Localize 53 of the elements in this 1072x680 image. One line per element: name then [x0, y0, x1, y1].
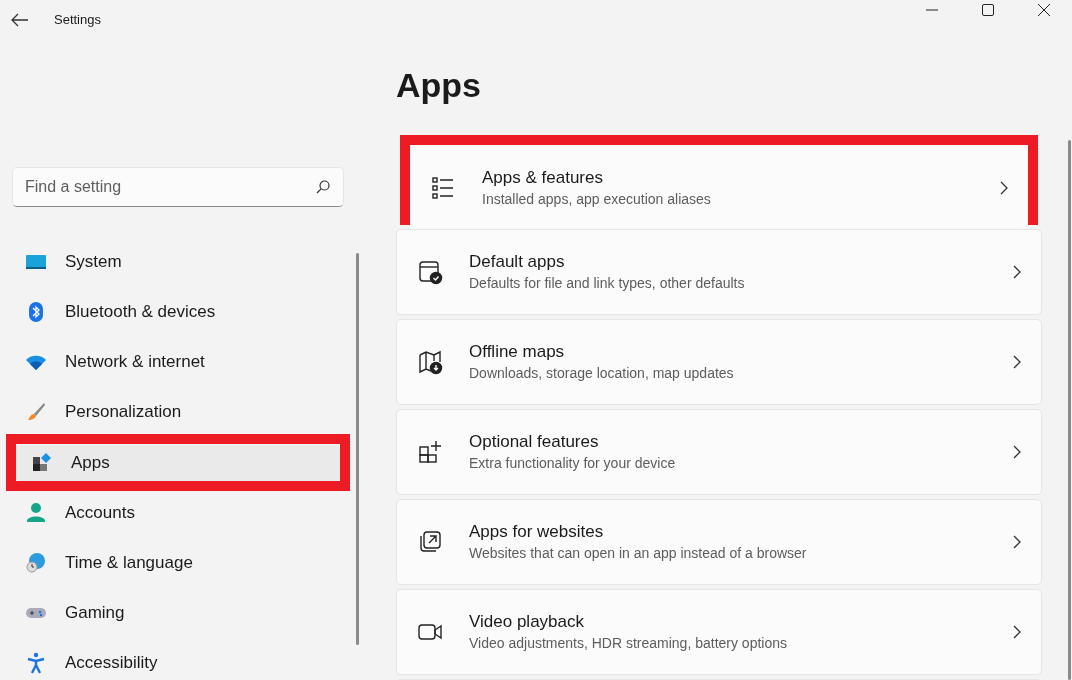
map-download-icon: [417, 349, 443, 375]
sidebar-item[interactable]: Time & language: [0, 545, 356, 581]
sidebar-item[interactable]: Personalization: [0, 394, 356, 430]
card-title: Apps for websites: [469, 521, 605, 543]
card-title: Video playback: [469, 611, 585, 633]
settings-card[interactable]: Optional features Extra functionality for your device: [396, 409, 1042, 495]
sidebar-item[interactable]: Network & internet: [0, 344, 356, 380]
sidebar-item[interactable]: Gaming: [0, 595, 356, 631]
card-subtitle: Downloads, storage location, map updates: [469, 364, 735, 383]
search-icon: [316, 180, 330, 194]
chevron-right-icon: [1013, 625, 1021, 639]
window-title: Settings: [54, 11, 101, 30]
card-subtitle: Installed apps, app execution aliases: [482, 190, 712, 209]
settings-card[interactable]: Default apps Defaults for file and link types, other defaults: [396, 229, 1042, 315]
grid-plus-icon: [417, 439, 443, 465]
accessibility-icon: [25, 652, 47, 674]
card-subtitle: Websites that can open in an app instead of a browser: [469, 544, 808, 563]
card-title: Offline maps: [469, 341, 566, 363]
window-check-icon: [417, 259, 443, 285]
card-title: Default apps: [469, 251, 566, 273]
card-subtitle: Extra functionality for your device: [469, 454, 677, 473]
paintbrush-icon: [25, 401, 47, 423]
person-icon: [25, 502, 47, 524]
sidebar-item[interactable]: System: [0, 244, 356, 280]
minimize-icon: [926, 9, 938, 11]
list-icon: [430, 175, 456, 201]
sidebar-item[interactable]: Bluetooth & devices: [0, 294, 356, 330]
sidebar-item[interactable]: Apps: [16, 444, 340, 481]
close-icon: [1038, 4, 1050, 16]
globe-clock-icon: [25, 552, 47, 574]
back-arrow-icon: [11, 13, 29, 27]
card-title: Apps & features: [482, 167, 604, 189]
settings-card[interactable]: Offline maps Downloads, storage location, map updates: [396, 319, 1042, 405]
sidebar-item[interactable]: Accessibility: [0, 645, 356, 680]
card-title: Optional features: [469, 431, 600, 453]
scrollbar[interactable]: [356, 253, 359, 645]
settings-card[interactable]: Apps & features Installed apps, app execution aliases: [410, 145, 1028, 231]
settings-card[interactable]: Video playback Video adjustments, HDR streaming, battery options: [396, 589, 1042, 675]
card-subtitle: Video adjustments, HDR streaming, battery options: [469, 634, 788, 653]
scrollbar[interactable]: [1068, 140, 1071, 680]
maximize-icon: [982, 4, 994, 16]
chevron-right-icon: [1000, 181, 1008, 195]
settings-card[interactable]: Apps for websites Websites that can open in an app instead of a browser: [396, 499, 1042, 585]
chevron-right-icon: [1013, 445, 1021, 459]
sidebar-item[interactable]: Accounts: [0, 495, 356, 531]
chevron-right-icon: [1013, 265, 1021, 279]
search-field[interactable]: Find a setting: [12, 167, 344, 207]
chevron-right-icon: [1013, 535, 1021, 549]
apps-icon: [31, 451, 53, 474]
page-title: Apps: [396, 66, 482, 104]
chevron-right-icon: [1013, 355, 1021, 369]
open-window-icon: [417, 529, 443, 555]
card-subtitle: Defaults for file and link types, other defaults: [469, 274, 746, 293]
